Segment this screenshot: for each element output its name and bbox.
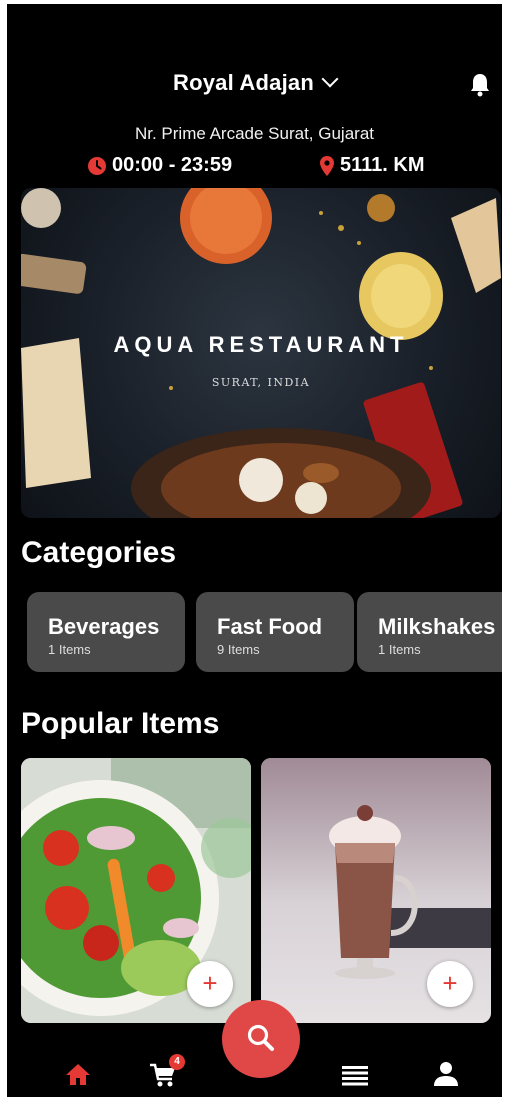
- category-card-milkshakes[interactable]: Milkshakes 1 Items: [357, 592, 502, 672]
- popular-items-title: Popular Items: [21, 707, 220, 740]
- category-name: Beverages: [48, 614, 160, 639]
- clock-icon: [88, 156, 106, 175]
- category-name: Fast Food: [217, 614, 323, 639]
- restaurant-name: AQUA RESTAURANT: [113, 332, 409, 357]
- opening-hours: 00:00 - 23:59: [87, 154, 232, 177]
- location-pin-icon: [320, 155, 334, 176]
- header: Royal Adajan: [7, 70, 502, 106]
- location-name: Royal Adajan: [173, 70, 314, 95]
- category-count: 1 Items: [48, 642, 91, 657]
- category-count: 9 Items: [217, 642, 260, 657]
- distance: 5111. KM: [319, 154, 425, 177]
- restaurant-banner[interactable]: AQUA RESTAURANT SURAT, INDIA: [21, 188, 501, 518]
- category-count: 1 Items: [378, 642, 421, 657]
- app-screen: Royal Adajan Nr. Prime Arcade Surat, Guj…: [7, 4, 502, 1097]
- location-selector[interactable]: Royal Adajan: [7, 70, 502, 96]
- categories-list: Beverages 1 Items Fast Food 9 Items Milk…: [27, 592, 502, 672]
- category-card-fast-food[interactable]: Fast Food 9 Items: [196, 592, 354, 672]
- restaurant-address: Nr. Prime Arcade Surat, Gujarat: [134, 124, 375, 143]
- category-name: Milkshakes: [378, 614, 496, 639]
- chevron-down-icon: [321, 70, 339, 88]
- popular-item-card-salad[interactable]: +: [21, 758, 251, 1023]
- categories-title: Categories: [21, 536, 177, 569]
- distance-text: 5111. KM: [340, 154, 425, 176]
- home-icon[interactable]: [65, 1062, 91, 1086]
- profile-icon[interactable]: [433, 1061, 459, 1087]
- menu-list-icon[interactable]: [342, 1066, 368, 1086]
- popular-item-card-milkshake[interactable]: +: [261, 758, 491, 1023]
- search-button[interactable]: [222, 1000, 300, 1078]
- cart-count-badge: 4: [169, 1054, 185, 1070]
- hours-text: 00:00 - 23:59: [112, 154, 233, 176]
- bell-icon[interactable]: [468, 72, 492, 98]
- category-card-beverages[interactable]: Beverages 1 Items: [27, 592, 185, 672]
- restaurant-location: SURAT, INDIA: [211, 376, 311, 389]
- restaurant-meta: 00:00 - 23:59 5111. KM: [7, 154, 502, 182]
- add-to-cart-button[interactable]: +: [427, 961, 473, 1007]
- search-icon: [247, 1024, 274, 1051]
